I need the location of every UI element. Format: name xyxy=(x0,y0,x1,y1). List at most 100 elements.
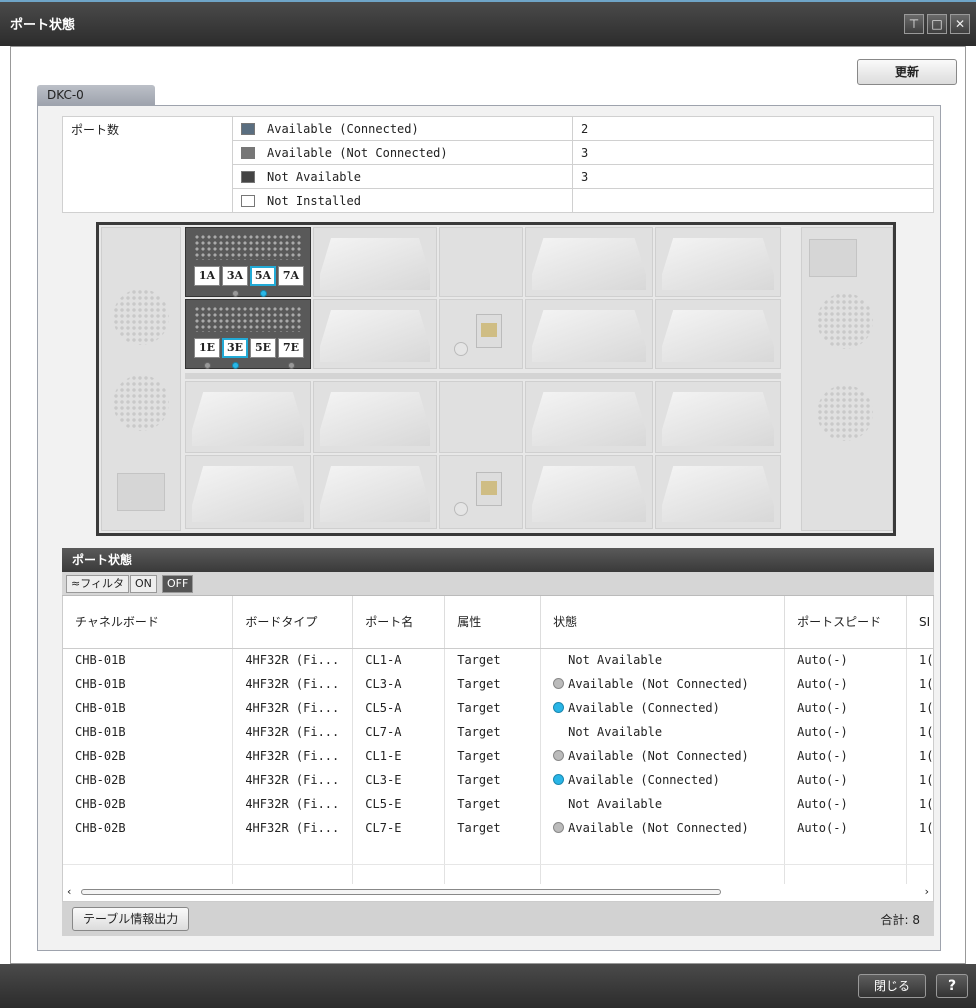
empty-cell xyxy=(784,864,907,884)
empty-cell xyxy=(906,864,933,884)
empty-slot xyxy=(525,381,653,453)
port-name-cell: CL5-E xyxy=(352,792,446,816)
port-1a[interactable]: 1A xyxy=(194,266,220,286)
not-available-port-icon xyxy=(241,170,255,183)
empty-slot xyxy=(185,381,311,453)
board-type-cell: 4HF32R (Fi... xyxy=(232,720,354,744)
table-row[interactable]: CHB-02B 4HF32R (Fi... CL3-E Target Available… xyxy=(63,768,933,792)
table-row[interactable]: CHB-01B 4HF32R (Fi... CL5-A Target Available… xyxy=(63,696,933,720)
port-count-status: Not Available xyxy=(232,164,573,189)
close-button[interactable]: 閉じる xyxy=(858,974,926,998)
refresh-button[interactable]: 更新 xyxy=(857,59,957,85)
export-table-button[interactable]: テーブル情報出力 xyxy=(72,907,190,931)
board-grill xyxy=(194,234,302,260)
filter-off-button[interactable]: OFF xyxy=(162,575,194,593)
maximize-icon[interactable]: □ xyxy=(927,14,947,34)
si-speed-cell: 1( xyxy=(906,648,933,672)
port-led-5a xyxy=(260,290,267,297)
table-row[interactable]: CHB-01B 4HF32R (Fi... CL1-A Target Not Avail… xyxy=(63,648,933,672)
status-icon-blank xyxy=(553,726,564,737)
connected-port-icon xyxy=(241,122,255,135)
close-icon[interactable]: ✕ xyxy=(950,14,970,34)
scroll-left-icon[interactable]: ‹ xyxy=(67,885,71,898)
table-row[interactable]: CHB-01B 4HF32R (Fi... CL3-A Target Available… xyxy=(63,672,933,696)
lan-port-icon xyxy=(476,314,502,348)
empty-slot xyxy=(655,227,781,297)
empty-slot xyxy=(313,299,437,369)
status-cell: Available (Not Connected) xyxy=(540,744,786,768)
status-cell: Not Available xyxy=(540,648,786,672)
table-row[interactable]: CHB-02B 4HF32R (Fi... CL7-E Target Available… xyxy=(63,816,933,840)
column-header-si-speed[interactable]: SI 速 xyxy=(906,596,933,649)
channel-board-chb-01b[interactable]: 1A 3A 5A 7A xyxy=(185,227,311,297)
status-cell: Available (Connected) xyxy=(540,696,786,720)
filter-on-button[interactable]: ON xyxy=(130,575,157,593)
chassis-divider xyxy=(185,373,781,379)
port-speed-cell: Auto(-) xyxy=(784,816,907,840)
si-speed-cell: 1( xyxy=(906,720,933,744)
board-type-cell: 4HF32R (Fi... xyxy=(232,672,354,696)
filter-toggle-button[interactable]: ≈フィルタ xyxy=(66,575,129,593)
port-count-value: 3 xyxy=(572,164,934,189)
port-speed-cell: Auto(-) xyxy=(784,744,907,768)
empty-cell xyxy=(444,864,542,884)
port-1e[interactable]: 1E xyxy=(194,338,220,358)
status-cell: Not Available xyxy=(540,720,786,744)
lan-port-icon xyxy=(476,472,502,506)
port-5a[interactable]: 5A xyxy=(250,266,276,286)
column-header-board-type[interactable]: ボードタイプ xyxy=(232,596,354,649)
help-button[interactable]: ? xyxy=(936,974,968,998)
empty-cell xyxy=(784,840,907,865)
empty-slot xyxy=(525,227,653,297)
port-count-status: Available (Connected) xyxy=(232,116,573,141)
pin-icon[interactable]: ⊤ xyxy=(904,14,924,34)
horizontal-scrollbar[interactable]: ‹ › xyxy=(62,884,934,902)
port-5e[interactable]: 5E xyxy=(250,338,276,358)
column-header-attribute[interactable]: 属性 xyxy=(444,596,542,649)
channel-board-cell: CHB-02B xyxy=(63,768,234,792)
knob-icon xyxy=(454,502,468,516)
column-header-channel-board[interactable]: チャネルボード xyxy=(63,596,234,649)
status-text: Not Available xyxy=(568,797,663,811)
table-footer: テーブル情報出力 合計: 8 xyxy=(62,902,934,936)
board-type-cell: 4HF32R (Fi... xyxy=(232,648,354,672)
si-speed-cell: 1( xyxy=(906,696,933,720)
empty-cell xyxy=(352,840,446,865)
empty-slot xyxy=(313,227,437,297)
port-led-3a xyxy=(232,290,239,297)
channel-board-chb-02b[interactable]: 1E 3E 5E 7E xyxy=(185,299,311,369)
port-7a[interactable]: 7A xyxy=(278,266,304,286)
column-header-port-name[interactable]: ポート名 xyxy=(352,596,446,649)
column-header-port-speed[interactable]: ポートスピード xyxy=(784,596,907,649)
controller-slot xyxy=(439,227,523,297)
port-status-header: ポート状態 xyxy=(62,548,934,572)
empty-slot xyxy=(655,455,781,529)
port-speed-cell: Auto(-) xyxy=(784,696,907,720)
attribute-cell: Target xyxy=(444,720,542,744)
tab-dkc-0[interactable]: DKC-0 xyxy=(37,85,155,105)
port-speed-cell: Auto(-) xyxy=(784,648,907,672)
channel-board-cell: CHB-02B xyxy=(63,816,234,840)
status-cell: Not Available xyxy=(540,792,786,816)
table-row[interactable]: CHB-01B 4HF32R (Fi... CL7-A Target Not Avail… xyxy=(63,720,933,744)
empty-cell xyxy=(906,840,933,865)
port-name-cell: CL7-E xyxy=(352,816,446,840)
port-7e[interactable]: 7E xyxy=(278,338,304,358)
not-connected-port-icon xyxy=(241,146,255,159)
connected-status-icon xyxy=(553,774,565,785)
port-led-3e xyxy=(232,362,239,369)
attribute-cell: Target xyxy=(444,672,542,696)
port-3e[interactable]: 3E xyxy=(222,338,248,358)
port-3a[interactable]: 3A xyxy=(222,266,248,286)
fan-icon xyxy=(817,385,873,441)
table-row[interactable]: CHB-02B 4HF32R (Fi... CL5-E Target Not Avail… xyxy=(63,792,933,816)
table-row[interactable]: CHB-02B 4HF32R (Fi... CL1-E Target Available… xyxy=(63,744,933,768)
empty-slot xyxy=(313,455,437,529)
empty-slot xyxy=(655,299,781,369)
port-count-value xyxy=(572,188,934,213)
column-header-status[interactable]: 状態 xyxy=(540,596,786,649)
scrollbar-thumb[interactable] xyxy=(81,889,721,895)
scroll-right-icon[interactable]: › xyxy=(925,885,929,898)
board-grill xyxy=(194,306,302,332)
port-count-value: 2 xyxy=(572,116,934,141)
